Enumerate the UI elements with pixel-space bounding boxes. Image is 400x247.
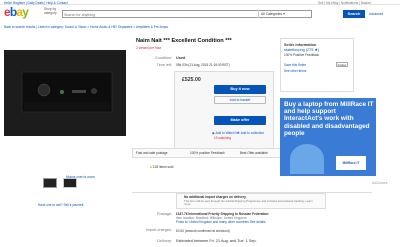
fire-icon: ■ [150, 165, 152, 169]
postage-label: Postage: [157, 212, 172, 216]
advanced-search-link[interactable]: Advanced [369, 12, 383, 16]
buy-it-now-button[interactable]: Buy it now [214, 85, 266, 94]
ad-logo: MillRace IT [336, 156, 366, 170]
make-offer-button[interactable]: Make offer [214, 116, 266, 125]
condition-value: Used [176, 56, 186, 60]
ad-text: Buy a laptop from MillRace IT and help s… [284, 101, 374, 137]
feature-positive-feedback: 100% positive Feedback [190, 151, 225, 155]
ebay-logo[interactable]: ebay [4, 6, 29, 19]
add-to-basket-button[interactable]: Add to basket [214, 96, 266, 104]
time-left-label: Time left: [156, 63, 172, 67]
items-sold-count: ■ 128 items sold [150, 165, 174, 169]
item-title: Naim Nait *** Excellent Condition *** [136, 38, 232, 44]
advertisement-banner[interactable]: Buy a laptop from MillRace IT and help s… [280, 98, 376, 176]
posts-to-link[interactable]: Posts to: United Kingdom and many other … [176, 220, 265, 224]
breadcrumb[interactable]: Back to search results | Listed in categ… [4, 25, 168, 29]
feature-fast-postage: Fast and safe postage [136, 151, 168, 155]
views-badge: 2 viewed per hour [136, 46, 162, 50]
amplifier-image [4, 50, 126, 136]
seller-feedback: 100% Positive Feedback [284, 53, 320, 57]
import-notice-detail: This item will be sent through the Globa… [184, 199, 313, 207]
sell-one-link[interactable]: Have one to sell? Sell it yourself [38, 203, 83, 207]
ad-choices-link[interactable]: AdChoices [372, 181, 387, 185]
condition-label: Condition: [154, 56, 172, 60]
follow-button[interactable]: Follow [336, 62, 348, 67]
search-button[interactable]: Search [343, 10, 365, 18]
thumbnail-2[interactable] [63, 178, 77, 188]
category-select[interactable]: All Categories ▾ [258, 10, 312, 18]
thumbnail-1[interactable] [43, 178, 57, 188]
price: £525.00 [182, 77, 201, 83]
save-seller-link[interactable]: Save this Seller [284, 63, 306, 67]
import-charges-value: £0.00 (amount confirmed at checkout) [176, 229, 230, 233]
delivery-value: Estimated between Fri. 21 Aug. and Tue. … [176, 239, 257, 243]
other-items-link[interactable]: See other items [284, 69, 306, 73]
seller-name-link[interactable]: stateflooring (275 ★) [284, 48, 319, 53]
eye-icon: ◉ [212, 131, 215, 135]
main-product-image[interactable] [4, 50, 126, 136]
add-to-collection-link[interactable]: + Add to collection [238, 131, 264, 135]
feature-best-offer: Best Offer available [240, 151, 268, 155]
time-left-value: 05d 03h (21 Aug, 2015 21:16:00 BST) [176, 63, 230, 67]
ad-photo [290, 144, 324, 174]
shop-by-category-button[interactable]: Shop by category [44, 7, 58, 16]
top-bar: Hello! Register | Daily Deals | Help & C… [0, 0, 400, 5]
plus-icon: + [238, 131, 240, 135]
watching-count: 13 watching [214, 136, 232, 140]
import-charges-label: Import charges: [145, 228, 172, 232]
seller-heading: Seller information [284, 43, 317, 47]
delivery-label: Delivery: [157, 239, 172, 243]
top-links-right[interactable]: Sell | My eBay | Notifications | Basket [318, 1, 371, 5]
chevron-down-icon: ▾ [283, 12, 285, 16]
search-input[interactable] [64, 12, 204, 18]
add-to-watchlist-link[interactable]: ◉ Add to Watch list [212, 131, 239, 135]
top-links-left[interactable]: Hello! Register | Daily Deals | Help & C… [4, 1, 68, 5]
